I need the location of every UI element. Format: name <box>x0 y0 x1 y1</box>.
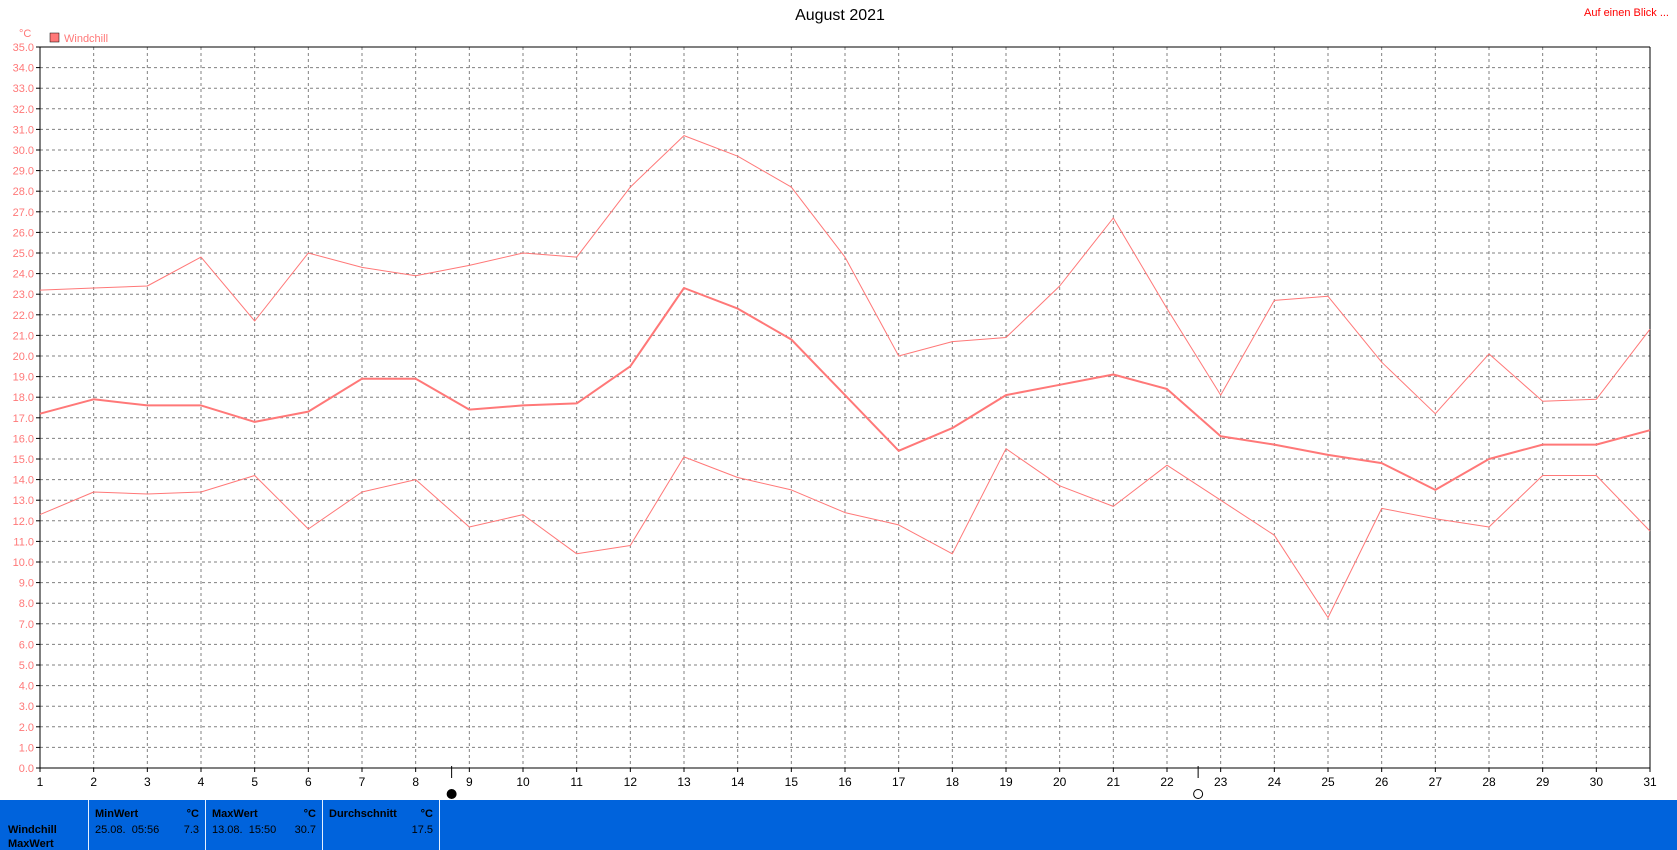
y-tick-label: 3.0 <box>19 701 34 713</box>
y-tick-label: 31.0 <box>13 124 34 136</box>
x-tick-label: 29 <box>1536 775 1550 789</box>
legend-swatch <box>49 32 60 43</box>
y-tick-label: 34.0 <box>13 63 34 75</box>
x-tick-label: 5 <box>251 775 258 789</box>
x-tick-label: 16 <box>838 775 852 789</box>
x-tick-label: 18 <box>946 775 960 789</box>
x-tick-label: 19 <box>999 775 1013 789</box>
x-tick-label: 9 <box>466 775 473 789</box>
x-tick-label: 15 <box>785 775 799 789</box>
x-tick-label: 10 <box>516 775 530 789</box>
y-tick-label: 29.0 <box>13 166 34 178</box>
y-tick-label: 7.0 <box>19 619 34 631</box>
x-tick-label: 21 <box>1107 775 1121 789</box>
y-tick-label: 2.0 <box>19 722 34 734</box>
x-tick-label: 27 <box>1429 775 1443 789</box>
chart-title: August 2021 <box>795 7 885 24</box>
y-tick-label: 13.0 <box>13 495 34 507</box>
x-tick-label: 4 <box>198 775 205 789</box>
stat-header-average: Durchschnitt <box>329 808 397 820</box>
axes <box>36 46 1651 772</box>
y-tick-label: 23.0 <box>13 289 34 301</box>
x-tick-label: 28 <box>1482 775 1496 789</box>
x-tick-label: 11 <box>570 775 583 789</box>
row-label-windchill: Windchill <box>8 824 57 836</box>
stat-time-min: 25.08. 05:56 <box>95 824 160 836</box>
y-tick-label: 25.0 <box>13 248 34 260</box>
y-tick-label: 35.0 <box>13 42 34 54</box>
y-tick-label: 33.0 <box>13 83 34 95</box>
y-tick-label: 6.0 <box>19 639 34 651</box>
y-unit-label: °C <box>19 28 31 40</box>
y-tick-label: 1.0 <box>19 742 34 754</box>
stat-unit-max: °C <box>303 808 316 820</box>
legend-label: Windchill <box>64 33 108 45</box>
y-tick-label: 28.0 <box>13 186 34 198</box>
stat-column-average: Durchschnitt °C 17.5 <box>322 800 440 850</box>
y-tick-label: 30.0 <box>13 145 34 157</box>
y-tick-label: 27.0 <box>13 207 34 219</box>
y-tick-label: 4.0 <box>19 681 34 693</box>
y-tick-label: 5.0 <box>19 660 34 672</box>
x-tick-labels: 1 2 3 4 5 6 7 8 9 10 11 12 13 14 15 16 17 18 19 20 21 22 23 24 2… <box>37 775 1657 789</box>
chart: August 2021 Auf einen Blick ... °C Windc… <box>13 7 1669 799</box>
x-tick-label: 12 <box>624 775 638 789</box>
y-tick-label: 24.0 <box>13 269 34 281</box>
stat-unit-min: °C <box>186 808 199 820</box>
y-tick-label: 21.0 <box>13 330 34 342</box>
stat-value-min: 7.3 <box>183 824 199 836</box>
y-tick-label: 15.0 <box>13 454 34 466</box>
x-tick-label: 3 <box>144 775 151 789</box>
y-tick-label: 10.0 <box>13 557 34 569</box>
new-moon-icon <box>446 789 457 799</box>
x-tick-label: 1 <box>37 775 44 789</box>
x-tick-label: 14 <box>731 775 745 789</box>
x-tick-label: 31 <box>1643 775 1657 789</box>
y-tick-label: 16.0 <box>13 433 34 445</box>
stat-column-max: MaxWert °C 13.08. 15:50 30.7 <box>205 800 322 850</box>
stat-header-max: MaxWert <box>212 808 258 820</box>
stat-unit-average: °C <box>420 808 433 820</box>
x-tick-label: 30 <box>1590 775 1604 789</box>
y-tick-label: 19.0 <box>13 372 34 384</box>
stat-value-max: 30.7 <box>294 824 316 836</box>
stat-column-min: MinWert °C 25.08. 05:56 7.3 <box>88 800 205 850</box>
y-tick-label: 8.0 <box>19 598 34 610</box>
statistics-bar: Windchill MaxWert MinWert °C 25.08. 05:5… <box>0 800 1677 850</box>
stat-time-max: 13.08. 15:50 <box>212 824 277 836</box>
x-tick-label: 24 <box>1268 775 1282 789</box>
x-tick-label: 22 <box>1160 775 1174 789</box>
stat-header-min: MinWert <box>95 808 139 820</box>
x-tick-label: 23 <box>1214 775 1228 789</box>
grid <box>40 46 1650 768</box>
y-tick-label: 14.0 <box>13 475 34 487</box>
overview-link[interactable]: Auf einen Blick ... <box>1584 7 1669 19</box>
y-tick-label: 12.0 <box>13 516 34 528</box>
stat-value-average: 17.5 <box>411 824 433 836</box>
y-tick-label: 0.0 <box>19 763 34 775</box>
y-tick-label: 17.0 <box>13 413 34 425</box>
x-tick-label: 20 <box>1053 775 1067 789</box>
x-tick-label: 17 <box>892 775 906 789</box>
x-tick-label: 25 <box>1321 775 1335 789</box>
y-tick-label: 9.0 <box>19 578 34 590</box>
row-label-maxwert: MaxWert <box>8 838 54 850</box>
y-tick-label: 26.0 <box>13 227 34 239</box>
x-tick-label: 6 <box>305 775 312 789</box>
x-tick-label: 8 <box>412 775 419 789</box>
y-tick-label: 32.0 <box>13 104 34 116</box>
y-tick-label: 20.0 <box>13 351 34 363</box>
x-tick-label: 13 <box>677 775 691 789</box>
x-tick-label: 7 <box>359 775 366 789</box>
y-tick-labels: 0.0 1.0 2.0 3.0 4.0 5.0 6.0 7.0 8.0 9.0 10.0 11.0 12… <box>13 42 34 775</box>
x-tick-label: 2 <box>90 775 97 789</box>
y-tick-label: 22.0 <box>13 310 34 322</box>
markers <box>446 766 1204 799</box>
y-tick-label: 11.0 <box>13 536 34 548</box>
full-moon-icon <box>1193 789 1204 799</box>
y-tick-label: 18.0 <box>13 392 34 404</box>
x-tick-label: 26 <box>1375 775 1389 789</box>
